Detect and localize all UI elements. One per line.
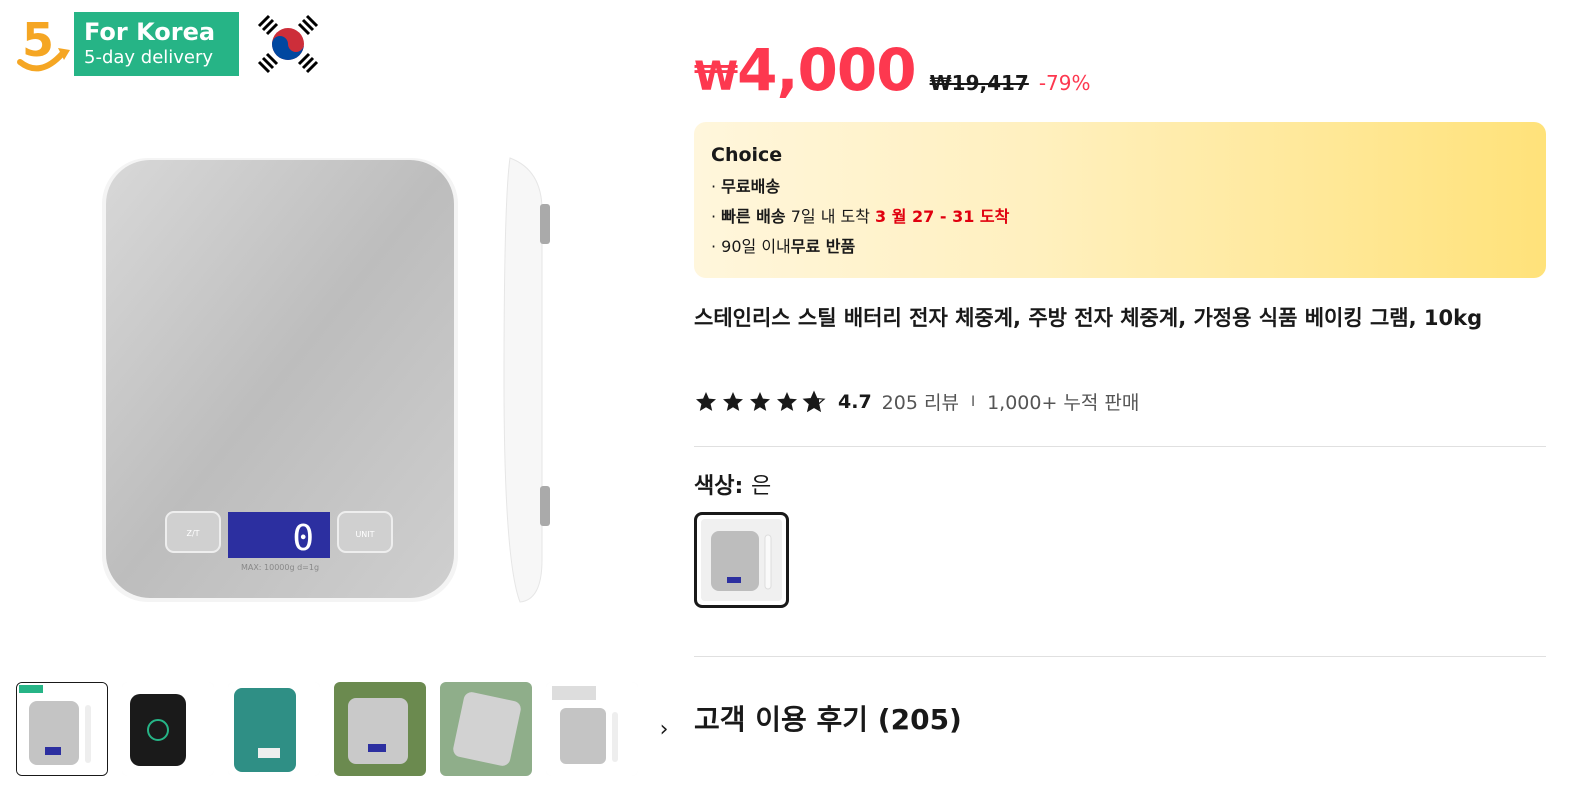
star-icon xyxy=(750,391,770,411)
star-icon xyxy=(723,391,743,411)
reviews-section-title: 고객 이용 후기 (205) xyxy=(694,703,962,736)
star-rating[interactable] xyxy=(694,390,826,414)
main-product-image[interactable]: Z/T 0 UNIT MAX: 10000g d=1g xyxy=(80,140,580,620)
color-value: 은 xyxy=(750,474,772,499)
badge-title: For Korea xyxy=(84,18,216,46)
free-shipping-text: 무료배송 xyxy=(721,177,781,196)
svg-text:5: 5 xyxy=(22,13,54,67)
five-day-logo-icon: 5 xyxy=(14,12,74,76)
color-label: 색상: 은 xyxy=(694,468,771,500)
rating-row: 4.7 205 리뷰 I 1,000+ 누적 판매 xyxy=(694,388,1139,415)
discount-percent: -79% xyxy=(1038,71,1091,95)
thumbnail-2[interactable] xyxy=(122,682,214,776)
benefit-free-shipping: · 무료배송 xyxy=(711,177,781,196)
fast-delivery-date: 3 월 27 - 31 도착 xyxy=(875,207,1010,226)
choice-benefits-box: Choice · 무료배송 · 빠른 배송 7일 내 도착 3 월 27 - 3… xyxy=(694,122,1546,278)
fast-delivery-text: 7일 내 도착 xyxy=(785,207,876,226)
current-price-value: 4,000 xyxy=(737,36,916,104)
thumbnail-5[interactable] xyxy=(440,682,532,776)
divider xyxy=(694,656,1546,657)
color-swatch-silver[interactable] xyxy=(694,512,789,608)
divider xyxy=(694,446,1546,447)
currency-symbol: ₩ xyxy=(694,54,738,100)
svg-text:0: 0 xyxy=(292,518,314,559)
thumbnail-6[interactable] xyxy=(546,682,638,776)
thumbnail-3[interactable] xyxy=(228,682,320,776)
star-icon xyxy=(696,391,716,411)
review-count-link[interactable]: 205 리뷰 xyxy=(882,388,959,415)
thumbnail-4[interactable] xyxy=(334,682,426,776)
badge-subtitle: 5-day delivery xyxy=(84,47,214,68)
thumbnail-strip: › xyxy=(16,682,676,776)
star-half-icon xyxy=(802,390,826,412)
fast-delivery-label: 빠른 배송 xyxy=(721,207,786,226)
product-gallery: 5 For Korea 5-day delivery Z/T 0 UNIT MA… xyxy=(0,0,668,788)
thumbnail-1[interactable] xyxy=(16,682,108,776)
return-bold: 무료 반품 xyxy=(790,237,856,256)
color-label-text: 색상: xyxy=(694,474,751,499)
korea-flag-icon xyxy=(253,12,323,76)
svg-text:Z/T: Z/T xyxy=(186,529,199,538)
sold-count: 1,000+ 누적 판매 xyxy=(987,392,1140,414)
current-price: ₩4,000 xyxy=(694,36,917,104)
benefit-free-return: · 90일 이내무료 반품 xyxy=(711,237,856,256)
choice-title: Choice xyxy=(711,144,783,166)
rating-value: 4.7 xyxy=(838,390,872,413)
price-row: ₩4,000 ₩19,417 -79% xyxy=(694,36,1091,104)
swatch-image xyxy=(701,519,782,601)
for-korea-badge: For Korea 5-day delivery xyxy=(74,12,239,76)
benefit-fast-delivery: · 빠른 배송 7일 내 도착 3 월 27 - 31 도착 xyxy=(711,207,1010,226)
star-icon xyxy=(777,391,797,411)
original-price: ₩19,417 xyxy=(929,71,1029,95)
return-prefix: 90일 이내 xyxy=(721,237,791,256)
rating-separator: I xyxy=(970,393,976,410)
delivery-badge: 5 For Korea 5-day delivery xyxy=(14,12,323,76)
svg-text:UNIT: UNIT xyxy=(355,530,374,539)
thumbnail-next-button[interactable]: › xyxy=(652,682,676,776)
svg-text:MAX: 10000g d=1g: MAX: 10000g d=1g xyxy=(241,563,319,572)
product-title: 스테인리스 스틸 배터리 전자 체중계, 주방 전자 체중계, 가정용 식품 베… xyxy=(694,306,1483,330)
